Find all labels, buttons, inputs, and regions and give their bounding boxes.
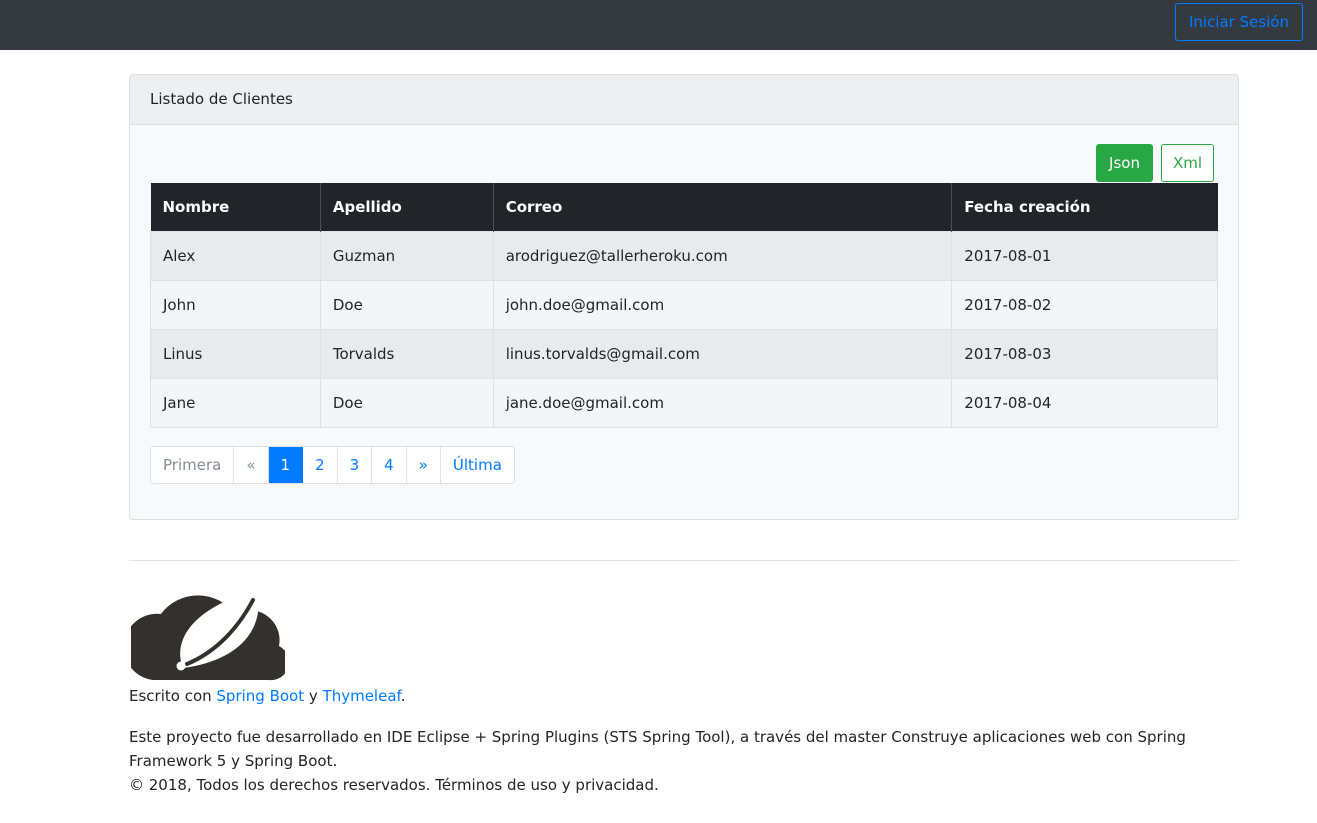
footer-written-prefix: Escrito con <box>129 687 217 705</box>
top-navbar: Iniciar Sesión <box>0 0 1317 50</box>
page-last-link[interactable]: Última <box>440 447 514 483</box>
export-xml-button[interactable]: Xml <box>1161 144 1214 182</box>
page-first-link: Primera <box>151 447 235 483</box>
column-header-fecha: Fecha creación <box>951 183 1218 231</box>
footer-description: Este proyecto fue desarrollado en IDE Ec… <box>129 728 1186 770</box>
cell-fecha: 2017-08-04 <box>951 377 1218 428</box>
cell-correo: john.doe@gmail.com <box>493 279 953 329</box>
column-header-nombre: Nombre <box>150 183 321 231</box>
page-link-4[interactable]: 4 <box>372 447 407 483</box>
cell-nombre: Linus <box>150 328 321 378</box>
export-json-button[interactable]: Json <box>1096 144 1153 182</box>
spring-boot-link[interactable]: Spring Boot <box>216 687 304 705</box>
pagination: Primera « 1 2 3 4 » Última <box>150 446 515 484</box>
table-row: John Doe john.doe@gmail.com 2017-08-02 <box>150 279 1218 329</box>
cell-correo: arodriguez@tallerheroku.com <box>493 230 953 280</box>
table-row: Alex Guzman arodriguez@tallerheroku.com … <box>150 230 1218 280</box>
table-header-row: Nombre Apellido Correo Fecha creación <box>150 183 1218 231</box>
footer-credits: Escrito con Spring Boot y Thymeleaf. <box>129 686 405 706</box>
footer-copyright: © 2018, Todos los derechos reservados. T… <box>129 776 659 794</box>
cell-fecha: 2017-08-01 <box>951 230 1218 280</box>
cell-nombre: Jane <box>150 377 321 428</box>
thymeleaf-link[interactable]: Thymeleaf <box>323 687 401 705</box>
column-header-correo: Correo <box>493 183 953 231</box>
spring-logo-icon <box>131 590 285 681</box>
table-row: Linus Torvalds linus.torvalds@gmail.com … <box>150 328 1218 378</box>
cell-apellido: Guzman <box>320 230 494 280</box>
page-link-1[interactable]: 1 <box>268 447 304 483</box>
footer-period: . <box>400 687 406 705</box>
footer-and: y <box>304 687 323 705</box>
cell-correo: jane.doe@gmail.com <box>493 377 953 428</box>
page-prev-link: « <box>234 447 269 483</box>
cell-correo: linus.torvalds@gmail.com <box>493 328 953 378</box>
page-next-link[interactable]: » <box>406 447 441 483</box>
cell-apellido: Doe <box>320 279 494 329</box>
cell-fecha: 2017-08-02 <box>951 279 1218 329</box>
login-button[interactable]: Iniciar Sesión <box>1174 3 1303 41</box>
column-header-apellido: Apellido <box>320 183 494 231</box>
cell-apellido: Torvalds <box>320 328 494 378</box>
clients-table: Nombre Apellido Correo Fecha creación Al… <box>150 183 1218 428</box>
cell-nombre: Alex <box>150 230 321 280</box>
page-link-3[interactable]: 3 <box>337 447 373 483</box>
cell-nombre: John <box>150 279 321 329</box>
page-link-2[interactable]: 2 <box>303 447 338 483</box>
clients-card: Listado de Clientes Json Xml Nombre Apel… <box>129 74 1239 520</box>
cell-apellido: Doe <box>320 377 494 428</box>
footer-divider <box>129 560 1239 561</box>
footer-description-block: Este proyecto fue desarrollado en IDE Ec… <box>129 725 1239 797</box>
cell-fecha: 2017-08-03 <box>951 328 1218 378</box>
card-title: Listado de Clientes <box>130 75 1238 125</box>
table-row: Jane Doe jane.doe@gmail.com 2017-08-04 <box>150 377 1218 428</box>
